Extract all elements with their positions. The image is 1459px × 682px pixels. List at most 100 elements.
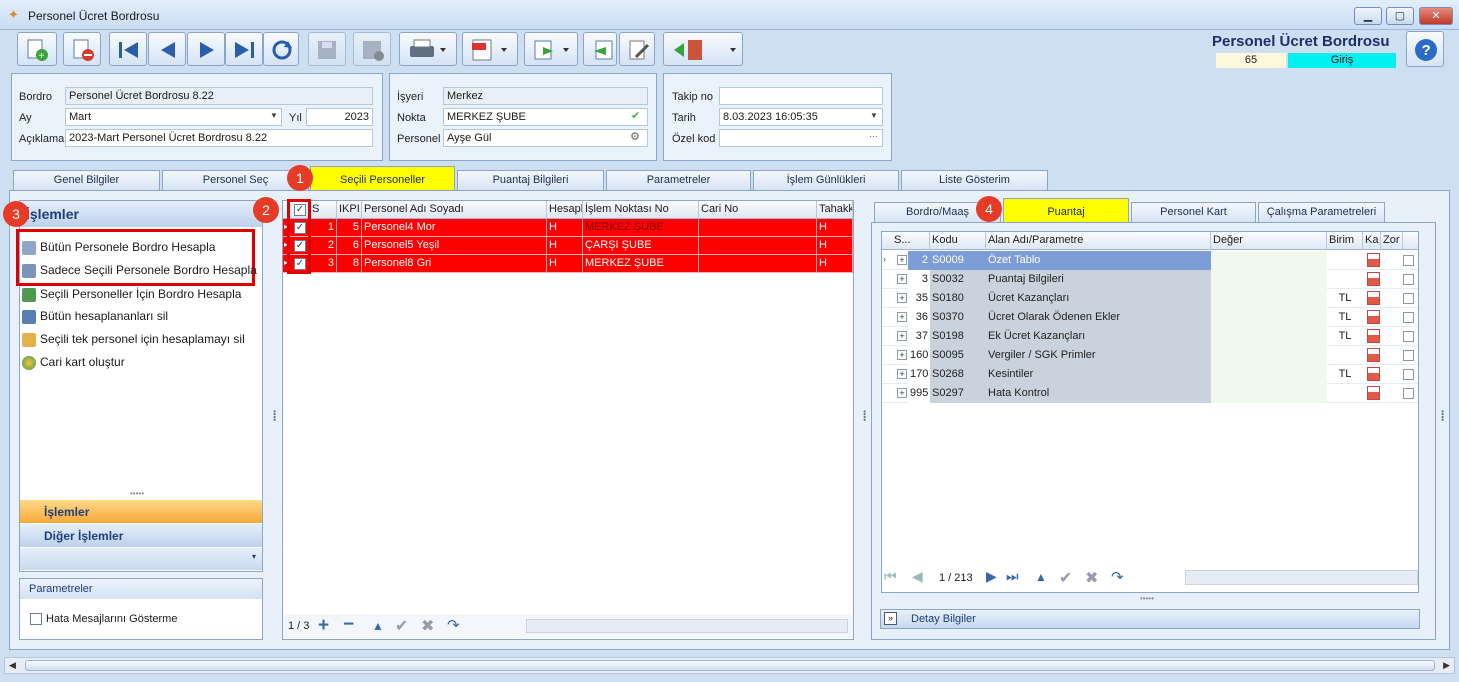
col-r-birim[interactable]: Birim: [1327, 232, 1363, 250]
expand-plus-icon[interactable]: +: [897, 255, 907, 265]
table-row[interactable]: ▸ ✓ 2 6 Personel5 Yeşil H ÇARŞI ŞUBE H: [283, 237, 853, 255]
subtab-personel-kart[interactable]: Personel Kart: [1131, 202, 1256, 222]
bottom-hscroll[interactable]: ◀ ▶: [4, 657, 1455, 674]
scroll-left-icon[interactable]: ◀: [9, 660, 16, 671]
scroll-right-icon[interactable]: ▶: [1443, 660, 1450, 671]
table-row[interactable]: ▸ ✓ 3 8 Personel8 Gri H MERKEZ ŞUBE H: [283, 255, 853, 273]
tools-button[interactable]: [619, 32, 655, 66]
menu-hesapla-secili[interactable]: Sadece Seçili Personele Bordro Hesapla: [22, 263, 257, 283]
nav-diger-islemler[interactable]: Diğer İşlemler: [20, 524, 262, 547]
ozel-field[interactable]: [719, 129, 883, 147]
col-cari-no[interactable]: Cari No: [699, 201, 817, 219]
col-s[interactable]: S: [310, 201, 337, 219]
cell-deger[interactable]: [1211, 346, 1327, 365]
list-item[interactable]: +170 S0268 Kesintiler TL: [882, 365, 1418, 384]
cell-deger[interactable]: [1211, 270, 1327, 289]
col-r-ka[interactable]: Ka: [1363, 232, 1381, 250]
row-checkbox[interactable]: [1403, 255, 1414, 266]
tab-liste-gosterim[interactable]: Liste Gösterim: [901, 170, 1048, 190]
maximize-button[interactable]: ▢: [1386, 7, 1414, 25]
col-r-alan[interactable]: Alan Adı/Parametre: [986, 232, 1211, 250]
save-button[interactable]: [308, 32, 346, 66]
center-hscroll[interactable]: [526, 619, 848, 633]
add-row-icon[interactable]: +: [318, 615, 329, 637]
bordro-field[interactable]: Personel Ücret Bordrosu 8.22: [65, 87, 373, 105]
delete-doc-button[interactable]: [63, 32, 101, 66]
print-button[interactable]: [399, 32, 457, 66]
new-doc-button[interactable]: +: [17, 32, 57, 66]
tab-secili-personeller[interactable]: Seçili Personeller: [310, 166, 455, 190]
expand-plus-icon[interactable]: +: [897, 388, 907, 398]
move-up-icon[interactable]: ▲: [372, 619, 384, 633]
isyeri-field[interactable]: Merkez: [443, 87, 648, 105]
refresh-button[interactable]: [263, 32, 299, 66]
export-pdf-button[interactable]: [462, 32, 518, 66]
ozel-ellipsis-icon[interactable]: ···: [869, 131, 878, 141]
tarih-dropdown-icon[interactable]: ▼: [870, 111, 878, 120]
personel-field[interactable]: Ayşe Gül: [443, 129, 648, 147]
cancel-save-button[interactable]: [353, 32, 391, 66]
right-splitter-grip[interactable]: •••••: [1140, 594, 1154, 603]
cell-deger[interactable]: [1211, 365, 1327, 384]
row-checkbox[interactable]: [1403, 350, 1414, 361]
list-item[interactable]: +995 S0297 Hata Kontrol: [882, 384, 1418, 403]
next-record-button[interactable]: [187, 32, 225, 66]
expand-plus-icon[interactable]: +: [897, 274, 907, 284]
left-splitter[interactable]: ••••: [270, 410, 279, 421]
nav-more[interactable]: ▾: [20, 548, 262, 570]
last-page-icon[interactable]: ⏭: [1006, 568, 1019, 585]
import-button[interactable]: [583, 32, 617, 66]
calculator-icon[interactable]: [1367, 310, 1380, 324]
detay-bilgiler-bar[interactable]: » Detay Bilgiler: [880, 609, 1420, 629]
list-item[interactable]: › +2 S0009 Özet Tablo: [882, 251, 1418, 270]
refresh-right-icon[interactable]: ↷: [1111, 568, 1124, 586]
export-button[interactable]: [524, 32, 578, 66]
mid-splitter[interactable]: ••••: [860, 410, 869, 421]
col-r-deger[interactable]: Değer: [1211, 232, 1327, 250]
list-item[interactable]: +37 S0198 Ek Ücret Kazançları TL: [882, 327, 1418, 346]
col-hesap[interactable]: Hesapl: [547, 201, 583, 219]
col-personel-adi[interactable]: Personel Adı Soyadı: [362, 201, 547, 219]
calculator-icon[interactable]: [1367, 386, 1380, 400]
expand-plus-icon[interactable]: +: [897, 331, 907, 341]
nokta-field[interactable]: MERKEZ ŞUBE: [443, 108, 648, 126]
scroll-thumb[interactable]: [25, 660, 1435, 671]
takip-field[interactable]: [719, 87, 883, 105]
remove-row-icon[interactable]: −: [343, 614, 354, 636]
exit-button[interactable]: [663, 32, 743, 66]
calculator-icon[interactable]: [1367, 253, 1380, 267]
calculator-icon[interactable]: [1367, 272, 1380, 286]
expand-plus-icon[interactable]: +: [897, 350, 907, 360]
tab-islem-gunlukleri[interactable]: İşlem Günlükleri: [753, 170, 899, 190]
close-button[interactable]: ✕: [1419, 7, 1453, 25]
table-row[interactable]: ▸ ✓ 1 5 Personel4 Mor H MERKEZ ŞUBE H: [283, 219, 853, 237]
list-item[interactable]: +3 S0032 Puantaj Bilgileri: [882, 270, 1418, 289]
list-item[interactable]: +160 S0095 Vergiler / SGK Primler: [882, 346, 1418, 365]
expand-plus-icon[interactable]: +: [897, 369, 907, 379]
cell-deger[interactable]: [1211, 384, 1327, 403]
subtab-puantaj[interactable]: Puantaj: [1003, 198, 1129, 222]
col-islem-noktasi[interactable]: İşlem Noktası No: [583, 201, 699, 219]
col-r-kodu[interactable]: Kodu: [930, 232, 986, 250]
tab-parametreler[interactable]: Parametreler: [606, 170, 751, 190]
calculator-icon[interactable]: [1367, 291, 1380, 305]
cancel-right-icon[interactable]: ✖: [1085, 568, 1098, 588]
subtab-calisma-param[interactable]: Çalışma Parametreleri: [1258, 202, 1385, 222]
menu-hesapla-tum[interactable]: Bütün Personele Bordro Hesapla: [22, 240, 215, 260]
first-page-icon[interactable]: ⏮: [884, 568, 897, 585]
ay-dropdown-icon[interactable]: ▼: [270, 111, 278, 120]
right-hscroll[interactable]: [1185, 570, 1418, 585]
menu-hesapla-secili-personeller[interactable]: Seçili Personeller İçin Bordro Hesapla: [22, 287, 241, 307]
row-checkbox[interactable]: [1403, 274, 1414, 285]
personel-lookup-icon[interactable]: ⚙: [630, 130, 640, 143]
col-r-s[interactable]: S...: [892, 232, 930, 250]
help-button[interactable]: ?: [1406, 31, 1444, 67]
cell-deger[interactable]: [1211, 327, 1327, 346]
right-splitter[interactable]: ••••: [1438, 410, 1447, 421]
col-ikp[interactable]: IKPI: [337, 201, 362, 219]
yil-field[interactable]: 2023: [306, 108, 373, 126]
expand-plus-icon[interactable]: +: [897, 293, 907, 303]
calculator-icon[interactable]: [1367, 367, 1380, 381]
confirm-right-icon[interactable]: ✔: [1059, 568, 1072, 588]
cancel-icon[interactable]: ✖: [421, 616, 434, 636]
